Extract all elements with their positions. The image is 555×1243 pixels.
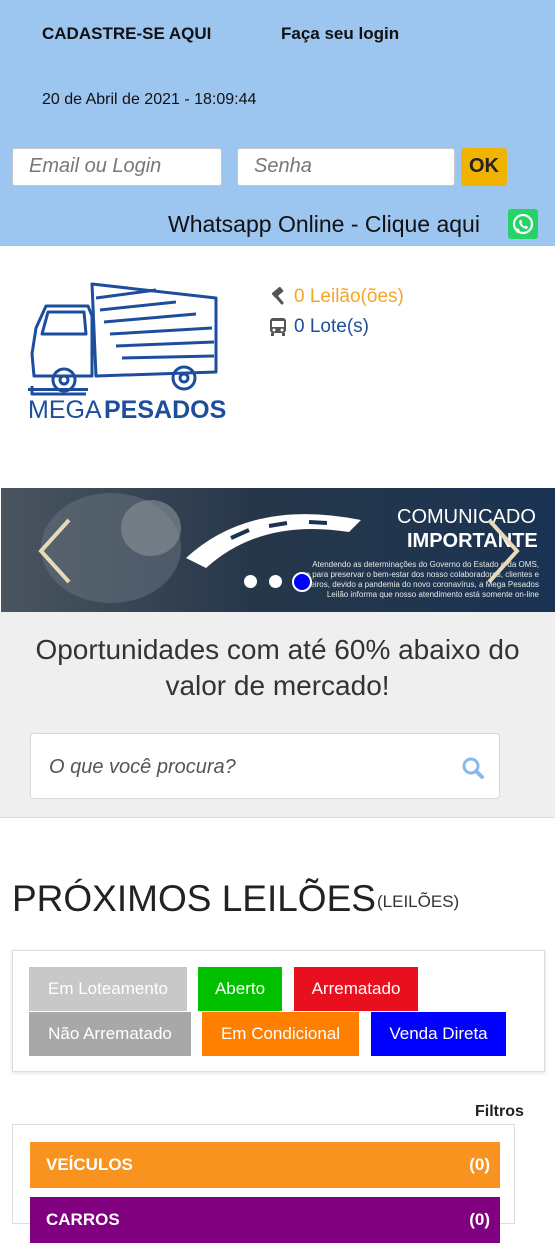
truck-logo-icon: MEGA PESADOS	[28, 282, 226, 424]
svg-text:MEGA: MEGA	[28, 396, 102, 424]
filters-title: Filtros	[475, 1103, 524, 1120]
category-count: (0)	[469, 1210, 490, 1229]
hero-title: Oportunidades com até 60% abaixo do valo…	[35, 634, 520, 701]
carousel-dot-3-active[interactable]	[292, 572, 312, 592]
email-input[interactable]: Email ou Login	[12, 148, 222, 186]
category-count: (0)	[469, 1155, 490, 1174]
search-placeholder: O que você procura?	[49, 756, 236, 778]
category-name: CARROS	[46, 1210, 120, 1229]
carousel-prev-icon[interactable]	[35, 516, 75, 586]
top-header: CADASTRE-SE AQUI Faça seu login 20 de Ab…	[0, 0, 555, 246]
register-link[interactable]: CADASTRE-SE AQUI	[42, 24, 211, 44]
status-legend: Em Loteamento Aberto Arrematado Não Arre…	[12, 950, 545, 1072]
svg-text:PESADOS: PESADOS	[104, 396, 226, 424]
whatsapp-link[interactable]: Whatsapp Online - Clique aqui	[168, 211, 480, 238]
password-input[interactable]: Senha	[237, 148, 455, 186]
status-venda-direta[interactable]: Venda Direta	[371, 1012, 506, 1056]
auctions-count[interactable]: 0 Leilão(ões)	[268, 286, 404, 308]
hero-search-section: Oportunidades com até 60% abaixo do valo…	[0, 612, 555, 818]
lots-count[interactable]: 0 Lote(s)	[268, 316, 369, 338]
bus-icon	[270, 318, 286, 336]
status-aberto[interactable]: Aberto	[198, 967, 282, 1011]
section-subtitle: (LEILÕES)	[377, 892, 460, 911]
status-arrematado[interactable]: Arrematado	[294, 967, 418, 1011]
carousel-dot-1[interactable]	[244, 575, 257, 588]
section-title: PRÓXIMOS LEILÕES	[12, 878, 376, 919]
whatsapp-icon[interactable]	[508, 209, 538, 239]
category-veiculos[interactable]: VEÍCULOS (0)	[30, 1142, 500, 1188]
category-filter-list: VEÍCULOS (0) CARROS (0)	[12, 1124, 515, 1243]
auctions-label: 0 Leilão(ões)	[294, 286, 404, 307]
gavel-icon	[271, 287, 284, 305]
category-name: VEÍCULOS	[46, 1155, 133, 1174]
login-ok-button[interactable]: OK	[461, 148, 507, 186]
login-link[interactable]: Faça seu login	[281, 24, 399, 44]
carousel-next-icon[interactable]	[483, 516, 523, 586]
status-nao-arrematado[interactable]: Não Arrematado	[29, 1012, 191, 1056]
megapesados-logo[interactable]: MEGA PESADOS	[26, 276, 226, 426]
search-input[interactable]: O que você procura?	[30, 733, 500, 799]
current-datetime: 20 de Abril de 2021 - 18:09:44	[42, 91, 257, 108]
category-carros[interactable]: CARROS (0)	[30, 1197, 500, 1243]
announcement-carousel[interactable]: COMUNICADO IMPORTANTE Atendendo as deter…	[1, 488, 555, 612]
lots-label: 0 Lote(s)	[294, 316, 369, 337]
status-em-condicional[interactable]: Em Condicional	[202, 1012, 359, 1056]
search-icon[interactable]	[461, 756, 485, 780]
status-em-loteamento[interactable]: Em Loteamento	[29, 967, 187, 1011]
carousel-dot-2[interactable]	[269, 575, 282, 588]
